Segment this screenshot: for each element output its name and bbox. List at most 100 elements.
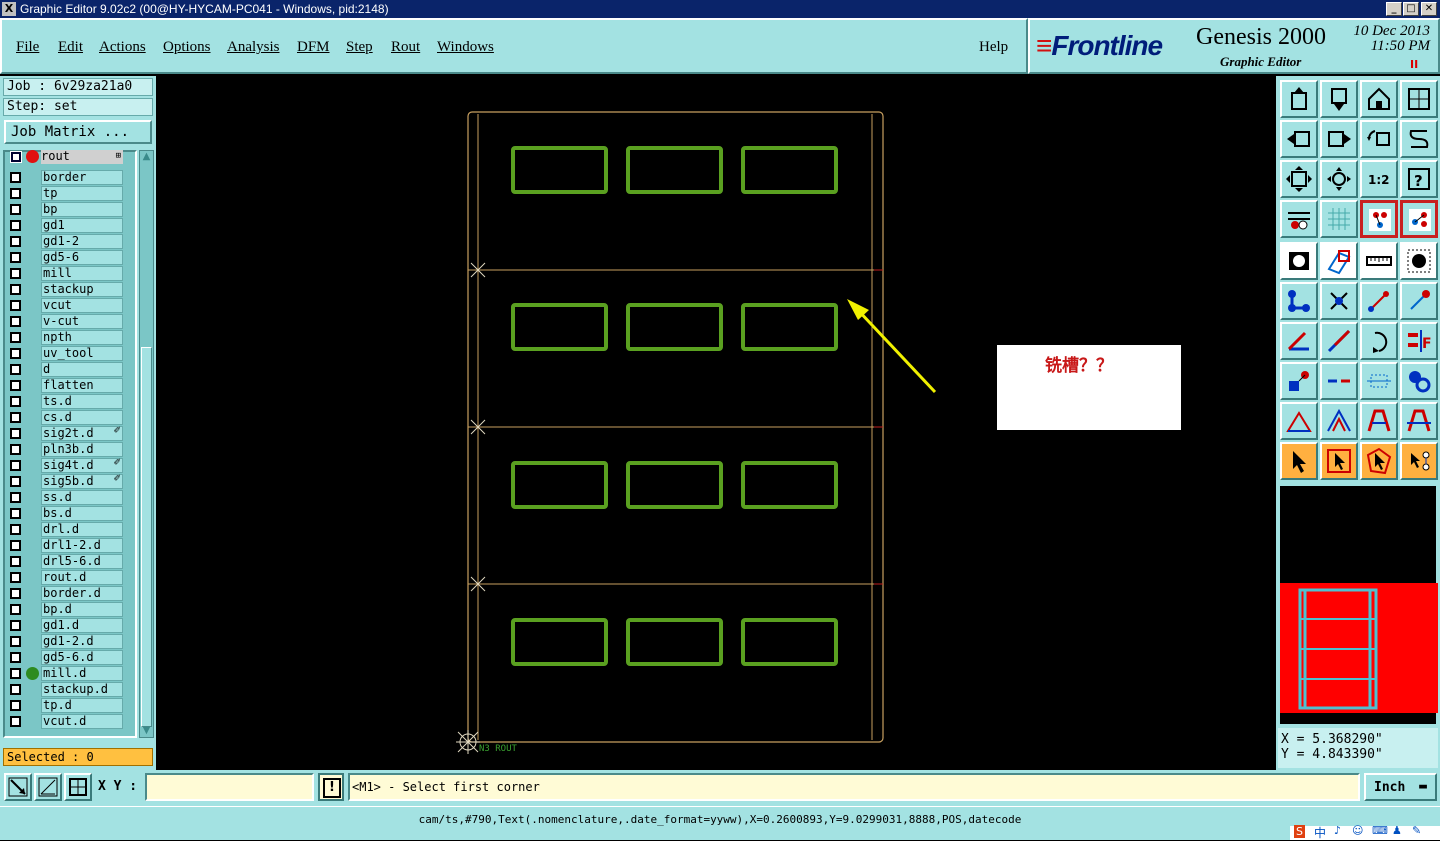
layer-checkbox[interactable] — [10, 652, 21, 663]
menu-dfm[interactable]: DFM — [297, 39, 330, 56]
layer-row[interactable]: ss.d — [5, 490, 123, 505]
layer-checkbox[interactable] — [10, 412, 21, 423]
layer-row[interactable]: stackup.d — [5, 682, 123, 697]
overview-minimap[interactable] — [1279, 485, 1438, 725]
step-up-icon[interactable] — [1280, 80, 1318, 118]
menu-step[interactable]: Step — [346, 39, 373, 56]
layer-row[interactable]: sig2t.d ✐ — [5, 426, 123, 441]
menu-help[interactable]: Help — [979, 39, 1008, 56]
layer-row[interactable]: flatten — [5, 378, 123, 393]
line-icon[interactable] — [1320, 322, 1358, 360]
layer-checkbox[interactable] — [10, 300, 21, 311]
pause-icon[interactable]: II — [1410, 58, 1418, 71]
select-box-icon[interactable] — [1320, 442, 1358, 480]
minimize-button[interactable]: _ — [1386, 2, 1402, 16]
layer-row[interactable]: drl5-6.d — [5, 554, 123, 569]
layer-checkbox[interactable] — [10, 220, 21, 231]
menu-file[interactable]: File — [16, 39, 39, 56]
menu-edit[interactable]: Edit — [58, 39, 83, 56]
emoji-icon[interactable]: ☺ — [1352, 824, 1363, 837]
layer-checkbox[interactable] — [10, 476, 21, 487]
measure-icon[interactable] — [1360, 362, 1398, 400]
warning-button[interactable]: ! — [318, 773, 344, 801]
user-icon[interactable]: ♟ — [1392, 824, 1402, 837]
layer-checkbox[interactable] — [10, 540, 21, 551]
layer-row[interactable]: pln3b.d — [5, 442, 123, 457]
layer-checkbox[interactable] — [10, 380, 21, 391]
select-polygon-icon[interactable] — [1360, 442, 1398, 480]
layer-checkbox[interactable] — [10, 524, 21, 535]
layer-row[interactable]: drl1-2.d — [5, 538, 123, 553]
active-layer-row[interactable]: rout ⊞ — [5, 150, 123, 165]
layer-row[interactable]: gd1-2 — [5, 234, 123, 249]
arch-cross-icon[interactable] — [1400, 402, 1438, 440]
layer-row[interactable]: gd5-6 — [5, 250, 123, 265]
window-icon[interactable] — [1400, 80, 1438, 118]
close-button[interactable]: ✕ — [1421, 2, 1437, 16]
add-pad-icon[interactable] — [1400, 282, 1438, 320]
arc-icon[interactable] — [1360, 322, 1398, 360]
net-compare-icon[interactable] — [1400, 200, 1438, 238]
menu-windows[interactable]: Windows — [437, 39, 494, 56]
layer-checkbox[interactable] — [10, 348, 21, 359]
layer-row[interactable]: mill — [5, 266, 123, 281]
layer-checkbox[interactable] — [10, 284, 21, 295]
layer-row[interactable]: tp.d — [5, 698, 123, 713]
active-layer-checkbox[interactable] — [10, 151, 22, 163]
sound-icon[interactable]: ♪ — [1334, 824, 1341, 837]
layer-checkbox[interactable] — [10, 620, 21, 631]
layer-row[interactable]: cs.d — [5, 410, 123, 425]
graphic-control-icon[interactable] — [1280, 200, 1318, 238]
layer-row[interactable]: vcut — [5, 298, 123, 313]
layer-checkbox[interactable] — [10, 492, 21, 503]
layer-checkbox[interactable] — [10, 428, 21, 439]
fill-mode-icon[interactable] — [1280, 242, 1318, 280]
crosshair-grid-icon[interactable] — [64, 773, 92, 801]
layer-checkbox[interactable] — [10, 332, 21, 343]
layer-checkbox[interactable] — [10, 204, 21, 215]
break-line-icon[interactable] — [1320, 362, 1358, 400]
layer-checkbox[interactable] — [10, 252, 21, 263]
layer-row[interactable]: vcut.d — [5, 714, 123, 729]
app-icon[interactable]: X — [2, 2, 16, 16]
add-line-icon[interactable] — [1360, 282, 1398, 320]
layer-row[interactable]: uv_tool — [5, 346, 123, 361]
layer-row[interactable]: gd1-2.d — [5, 634, 123, 649]
layer-checkbox[interactable] — [10, 236, 21, 247]
arch-icon[interactable] — [1360, 402, 1398, 440]
layer-row[interactable]: v-cut — [5, 314, 123, 329]
units-selector[interactable]: Inch ▬ — [1364, 773, 1437, 801]
grid-icon[interactable] — [1320, 200, 1358, 238]
active-layer-options-icon[interactable]: ⊞ — [116, 150, 121, 163]
ime-logo-icon[interactable]: S — [1294, 825, 1305, 838]
query-icon[interactable]: ? — [1400, 160, 1438, 198]
layer-checkbox[interactable] — [10, 268, 21, 279]
layer-checkbox[interactable] — [10, 684, 21, 695]
layer-checkbox[interactable] — [10, 668, 21, 679]
pad-icon[interactable] — [1400, 242, 1438, 280]
layer-checkbox[interactable] — [10, 364, 21, 375]
layer-checkbox[interactable] — [10, 508, 21, 519]
layer-checkbox[interactable] — [10, 588, 21, 599]
select-net-icon[interactable] — [1400, 442, 1438, 480]
layer-row[interactable]: d — [5, 362, 123, 377]
layer-scrollbar[interactable]: ▲ ▼ — [139, 150, 154, 738]
layer-row[interactable]: ts.d — [5, 394, 123, 409]
layer-checkbox[interactable] — [10, 172, 21, 183]
layer-checkbox[interactable] — [10, 716, 21, 727]
double-triangle-icon[interactable] — [1320, 402, 1358, 440]
scroll-down-arrow-icon[interactable]: ▼ — [141, 725, 152, 737]
intersect-icon[interactable] — [1320, 282, 1358, 320]
layer-row[interactable]: border.d — [5, 586, 123, 601]
layer-row[interactable]: bp — [5, 202, 123, 217]
layer-row[interactable]: gd5-6.d — [5, 650, 123, 665]
layer-checkbox[interactable] — [10, 572, 21, 583]
scroll-thumb[interactable] — [141, 347, 152, 727]
home-icon[interactable] — [1360, 80, 1398, 118]
layer-checkbox[interactable] — [10, 316, 21, 327]
menu-options[interactable]: Options — [163, 39, 211, 56]
layer-checkbox[interactable] — [10, 188, 21, 199]
layer-checkbox[interactable] — [10, 444, 21, 455]
tools-icon[interactable]: ✎ — [1412, 824, 1421, 837]
xy-input[interactable] — [145, 773, 314, 801]
